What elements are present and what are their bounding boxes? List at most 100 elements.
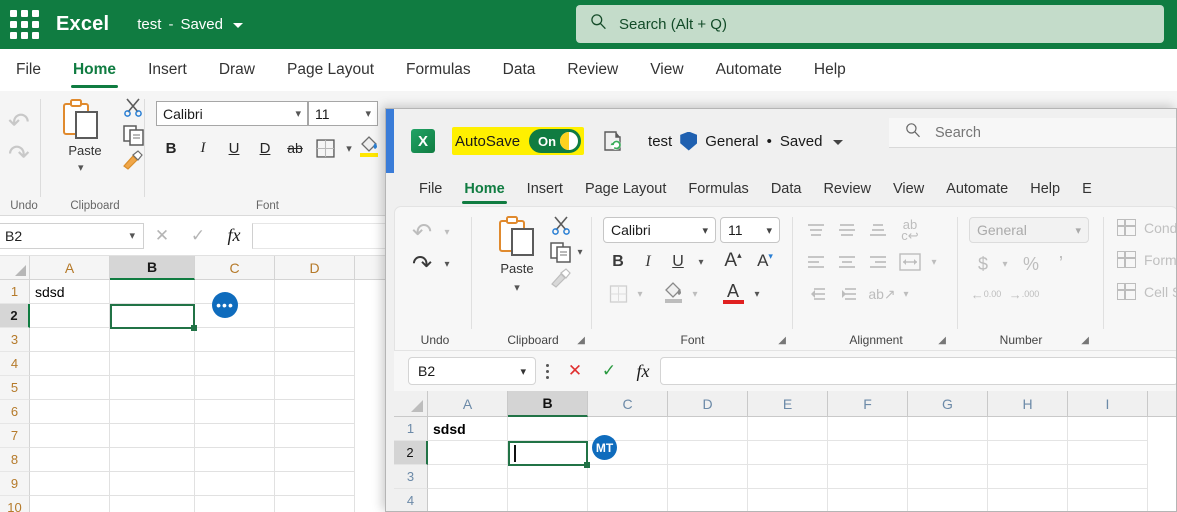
chevron-down-icon[interactable]: [233, 23, 243, 28]
desktop-tab-file[interactable]: File: [408, 172, 453, 206]
web-tab-formulas[interactable]: Formulas: [390, 49, 487, 91]
web-cell-a7[interactable]: [30, 424, 110, 448]
web-tab-data[interactable]: Data: [487, 49, 552, 91]
cancel-x-icon[interactable]: ✕: [144, 221, 180, 251]
chevron-down-icon[interactable]: ▾: [997, 255, 1013, 273]
cell-styles-button[interactable]: Cell St: [1117, 283, 1176, 300]
format-painter-icon[interactable]: [548, 267, 574, 289]
align-center-icon[interactable]: [833, 249, 861, 275]
web-cell-a2[interactable]: [30, 304, 110, 328]
clipboard-dialog-launcher[interactable]: ◢: [577, 335, 585, 346]
chevron-down-icon[interactable]: ▾: [926, 253, 942, 271]
sync-status-icon[interactable]: [600, 128, 626, 154]
chevron-down-icon[interactable]: ▾: [439, 255, 455, 273]
align-bottom-icon[interactable]: [864, 217, 892, 243]
align-left-icon[interactable]: [802, 249, 830, 275]
web-cell-c7[interactable]: [195, 424, 275, 448]
paste-clipboard-icon[interactable]: [61, 99, 101, 146]
desktop-cell-g1[interactable]: [908, 417, 988, 441]
web-cell-d7[interactable]: [275, 424, 355, 448]
web-tab-page-layout[interactable]: Page Layout: [271, 49, 390, 91]
font-dialog-launcher[interactable]: ◢: [778, 335, 786, 346]
desktop-cell-b4[interactable]: [508, 489, 588, 511]
desktop-cell-d1[interactable]: [668, 417, 748, 441]
copy-icon[interactable]: [123, 124, 145, 151]
desktop-tab-automate[interactable]: Automate: [935, 172, 1019, 206]
web-cell-c9[interactable]: [195, 472, 275, 496]
web-row-header-10[interactable]: 10: [0, 496, 30, 512]
desktop-tab-overflow[interactable]: E: [1071, 172, 1103, 206]
fx-icon[interactable]: fx: [216, 221, 252, 251]
desktop-tab-review[interactable]: Review: [812, 172, 882, 206]
desktop-cell-g2[interactable]: [908, 441, 988, 465]
desktop-row-header-3[interactable]: 3: [394, 465, 428, 489]
currency-icon[interactable]: $: [971, 251, 995, 277]
desktop-cell-f1[interactable]: [828, 417, 908, 441]
cancel-x-icon[interactable]: ✕: [558, 357, 592, 385]
double-underline-button[interactable]: D: [252, 135, 278, 161]
web-row-header-9[interactable]: 9: [0, 472, 30, 496]
web-cell-b1[interactable]: [110, 280, 195, 304]
desktop-row-header-1[interactable]: 1: [394, 417, 428, 441]
desktop-col-header-f[interactable]: F: [828, 391, 908, 417]
wrap-text-icon[interactable]: ab c↩: [896, 217, 924, 243]
percent-icon[interactable]: %: [1019, 251, 1043, 277]
web-cell-d6[interactable]: [275, 400, 355, 424]
web-tab-home[interactable]: Home: [57, 49, 132, 91]
desktop-col-header-d[interactable]: D: [668, 391, 748, 417]
desktop-name-box[interactable]: B2 ▾: [408, 357, 536, 385]
web-cell-c4[interactable]: [195, 352, 275, 376]
chevron-down-icon[interactable]: ▾: [632, 285, 648, 303]
desktop-cell-f4[interactable]: [828, 489, 908, 511]
comma-style-icon[interactable]: ’: [1049, 251, 1073, 277]
web-cell-a10[interactable]: [30, 496, 110, 512]
desktop-row-header-4[interactable]: 4: [394, 489, 428, 511]
web-cell-d9[interactable]: [275, 472, 355, 496]
desktop-cell-a3[interactable]: [428, 465, 508, 489]
desktop-document-title[interactable]: test General • Saved: [648, 131, 844, 151]
desktop-col-header-a[interactable]: A: [428, 391, 508, 417]
web-col-header-d[interactable]: D: [275, 256, 355, 280]
fill-color-icon[interactable]: [356, 133, 382, 159]
autosave-toggle[interactable]: AutoSave On: [452, 127, 585, 155]
strikethrough-button[interactable]: ab: [282, 135, 308, 161]
font-name-select[interactable]: Calibri ▾: [156, 101, 308, 126]
web-cell-a1[interactable]: sdsd: [30, 280, 110, 304]
desktop-col-header-b[interactable]: B: [508, 391, 588, 417]
desktop-cell-e2[interactable]: [748, 441, 828, 465]
desktop-col-header-c[interactable]: C: [588, 391, 668, 417]
scissors-icon[interactable]: [549, 213, 573, 237]
format-as-table-button[interactable]: Forma: [1117, 251, 1176, 268]
web-cell-d3[interactable]: [275, 328, 355, 352]
web-cell-a4[interactable]: [30, 352, 110, 376]
web-col-header-b[interactable]: B: [110, 256, 195, 280]
autosave-switch[interactable]: On: [529, 129, 582, 153]
web-cell-c5[interactable]: [195, 376, 275, 400]
increase-indent-icon[interactable]: [833, 281, 861, 307]
web-cell-d10[interactable]: [275, 496, 355, 512]
desktop-tab-help[interactable]: Help: [1019, 172, 1071, 206]
merge-cells-icon[interactable]: [896, 249, 924, 275]
web-cell-b10[interactable]: [110, 496, 195, 512]
web-col-header-c[interactable]: C: [195, 256, 275, 280]
web-search-input[interactable]: Search (Alt + Q): [576, 5, 1164, 43]
chevron-down-icon[interactable]: ▾: [507, 279, 527, 295]
web-col-header-a[interactable]: A: [30, 256, 110, 280]
web-cell-c10[interactable]: [195, 496, 275, 512]
web-row-header-7[interactable]: 7: [0, 424, 30, 448]
underline-button[interactable]: U: [221, 135, 247, 161]
undo-arrow-icon[interactable]: ↶: [8, 107, 30, 138]
web-cell-c6[interactable]: [195, 400, 275, 424]
redo-arrow-icon[interactable]: ↶: [407, 251, 437, 278]
desktop-underline-button[interactable]: U: [665, 249, 691, 275]
web-row-header-8[interactable]: 8: [0, 448, 30, 472]
web-brand-label[interactable]: Excel: [56, 13, 109, 36]
web-cell-d4[interactable]: [275, 352, 355, 376]
enter-check-icon[interactable]: ✓: [180, 221, 216, 251]
desktop-cell-b1[interactable]: [508, 417, 588, 441]
decrease-decimal-icon[interactable]: → .00 0: [1007, 281, 1041, 307]
app-launcher-icon[interactable]: [6, 7, 42, 43]
desktop-presence-avatar[interactable]: MT: [592, 435, 617, 460]
desktop-cell-i2[interactable]: [1068, 441, 1148, 465]
align-right-icon[interactable]: [864, 249, 892, 275]
